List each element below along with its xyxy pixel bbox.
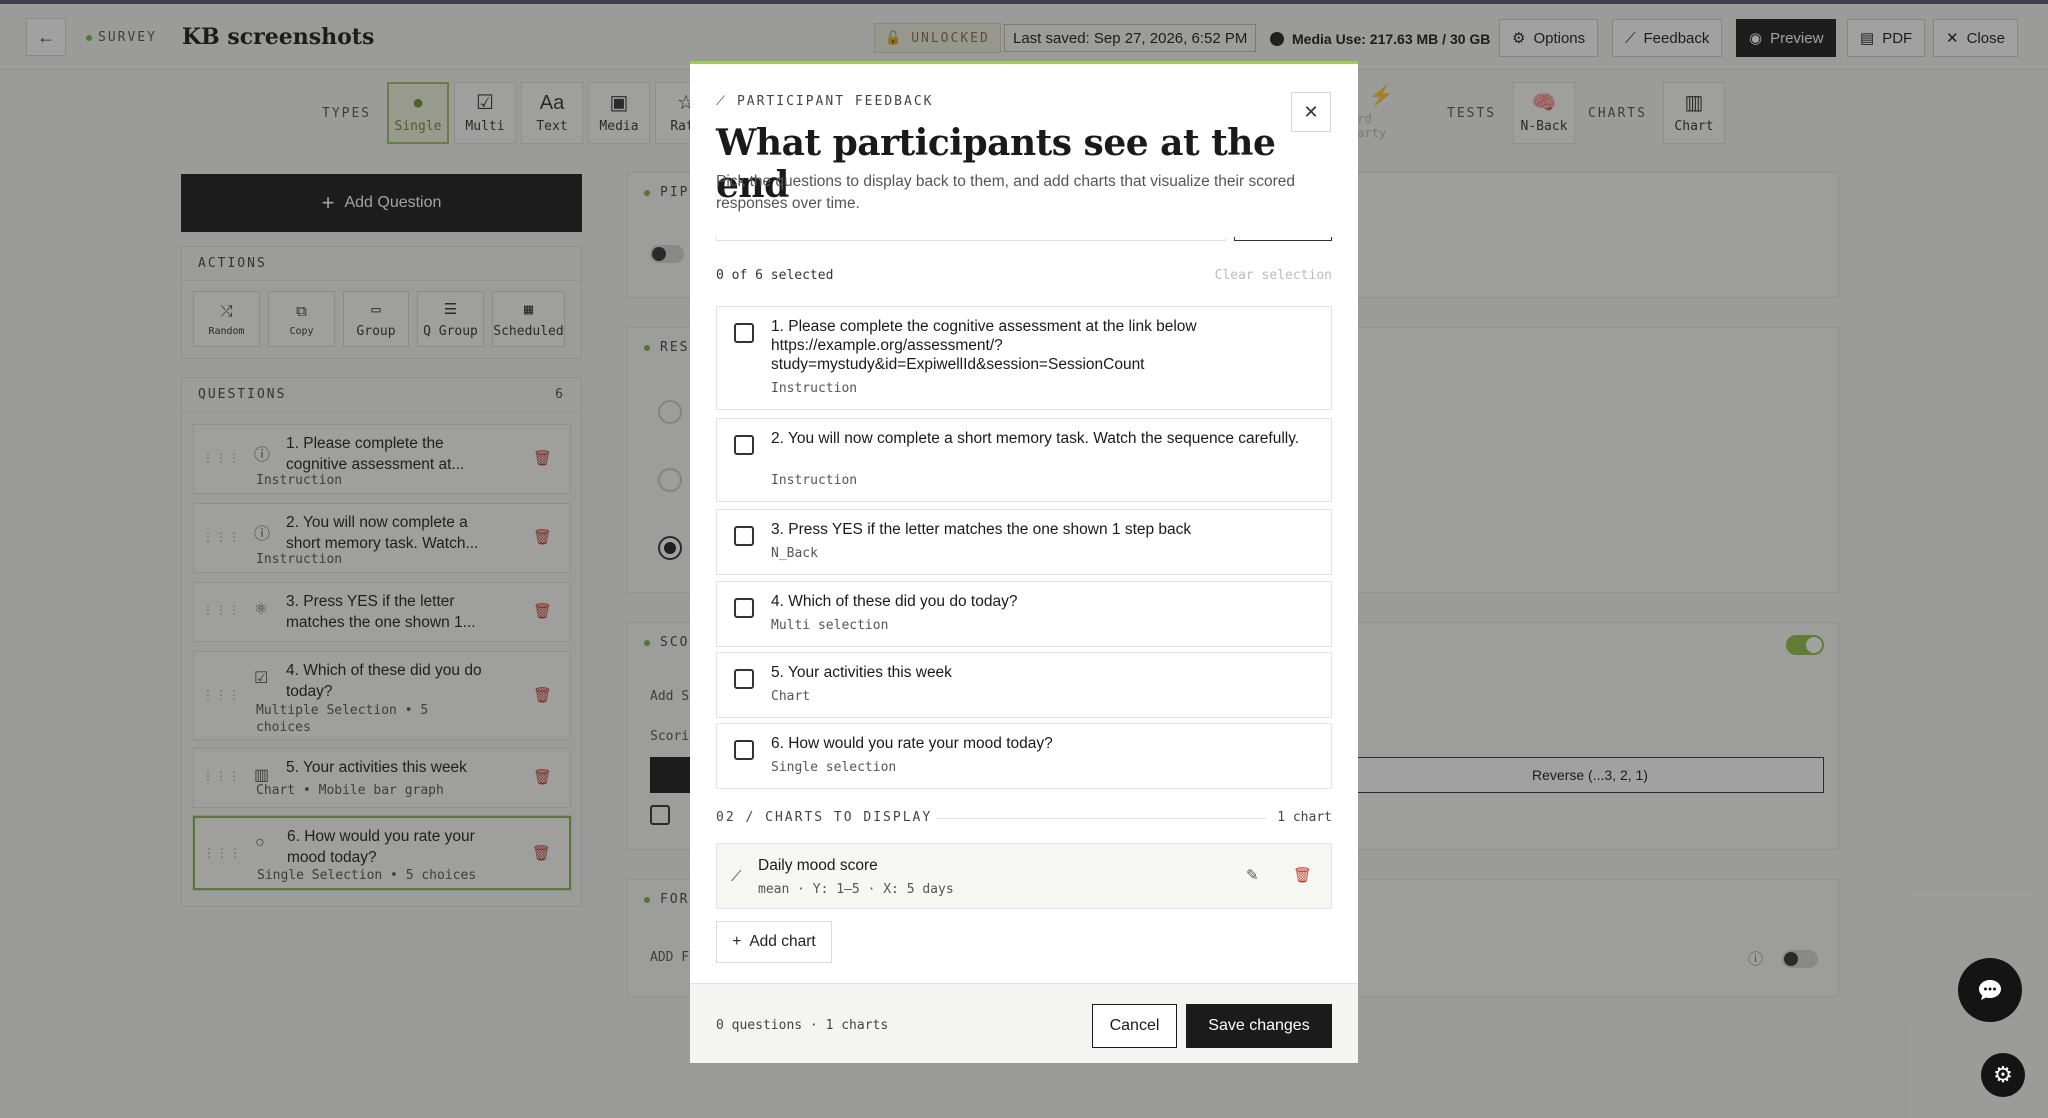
selected-count: 0 of 6 selected [716,268,834,283]
checkbox[interactable] [734,526,754,546]
scrolled-button [1234,237,1332,241]
modal-footer: 0 questions · 1 charts Cancel Save chang… [690,983,1358,1063]
feedback-option-5[interactable]: 5. Your activities this week Chart [716,652,1332,718]
feedback-option-3[interactable]: 3. Press YES if the letter matches the o… [716,509,1332,575]
modal-close-button[interactable]: ✕ [1291,92,1331,132]
checkbox[interactable] [734,669,754,689]
cancel-button[interactable]: Cancel [1092,1004,1177,1048]
settings-button[interactable]: ⚙ [1981,1053,2025,1097]
checkbox[interactable] [734,435,754,455]
chart-line-icon: ⟋ [716,94,737,109]
line-chart-icon: ⟋ [731,868,742,885]
feedback-option-4[interactable]: 4. Which of these did you do today? Mult… [716,581,1332,647]
add-chart-button[interactable]: + Add chart [716,921,832,963]
checkbox[interactable] [734,323,754,343]
chart-name: Daily mood score [758,857,878,874]
modal-kicker: ⟋ PARTICIPANT FEEDBACK [716,94,934,109]
checkbox[interactable] [734,740,754,760]
gear-icon: ⚙ [1993,1062,2013,1087]
scrolled-field [716,237,1226,241]
plus-icon: + [732,933,742,950]
checkbox[interactable] [734,598,754,618]
modal-body[interactable]: 0 of 6 selected Clear selection 1. Pleas… [690,237,1358,983]
charts-section-header: 02 / CHARTS TO DISPLAY 1 chart [716,810,1332,825]
modal-subtitle: Pick the questions to display back to th… [716,173,1295,212]
chat-button[interactable] [1958,958,2022,1022]
pencil-icon[interactable]: ✎ [1246,866,1259,884]
feedback-option-2[interactable]: 2. You will now complete a short memory … [716,418,1332,502]
participant-feedback-modal: ⟋ PARTICIPANT FEEDBACK What participants… [690,61,1358,1063]
close-icon: ✕ [1303,101,1319,122]
charts-count: 1 chart [1277,810,1332,825]
footer-summary: 0 questions · 1 charts [716,1018,889,1033]
feedback-option-6[interactable]: 6. How would you rate your mood today? S… [716,723,1332,789]
clear-selection-link[interactable]: Clear selection [1215,268,1332,283]
trash-icon[interactable]: 🗑 [1293,866,1312,884]
chart-meta: mean · Y: 1–5 · X: 5 days [758,882,954,897]
chart-item: ⟋ Daily mood score mean · Y: 1–5 · X: 5 … [716,843,1332,909]
save-changes-button[interactable]: Save changes [1186,1004,1332,1048]
feedback-option-1[interactable]: 1. Please complete the cognitive assessm… [716,306,1332,410]
divider [936,818,1266,819]
chat-bubble-icon [1979,980,2001,1000]
